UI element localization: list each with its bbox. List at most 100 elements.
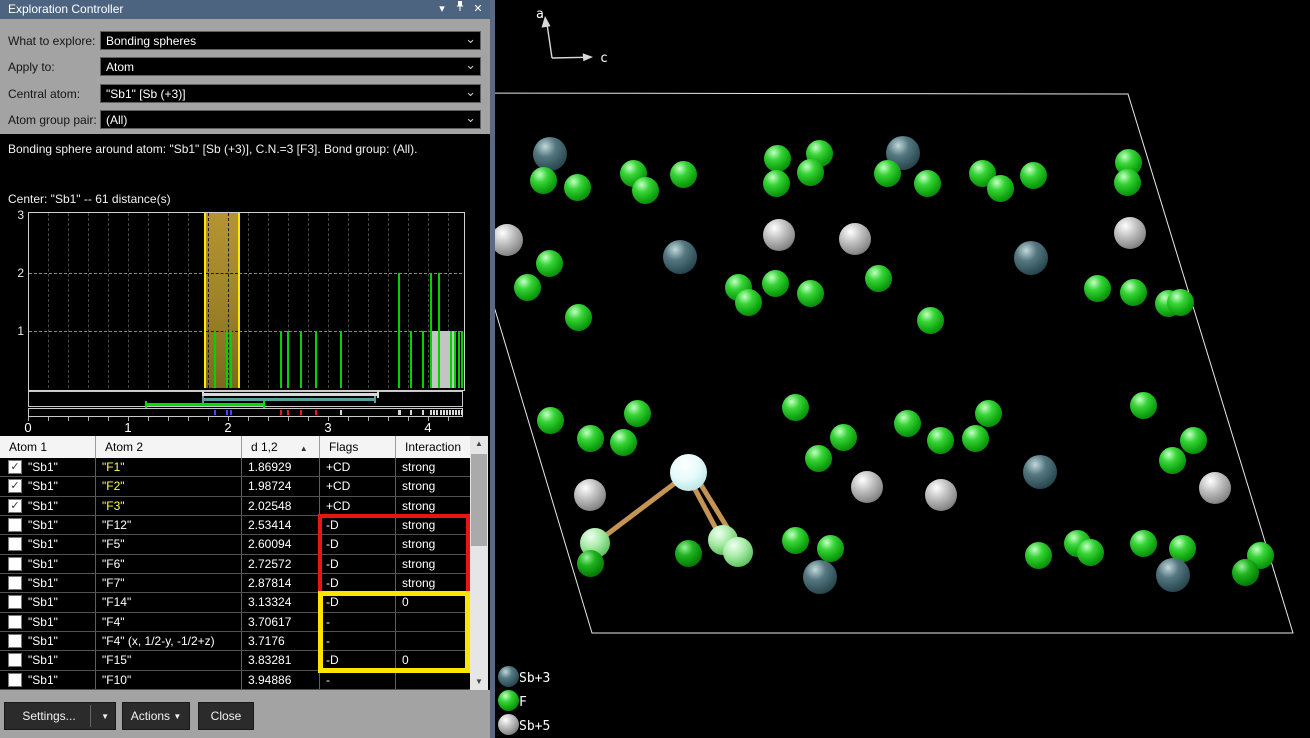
- col-header-d12[interactable]: d 1,2▲: [242, 436, 320, 458]
- gridline-x: [428, 213, 429, 388]
- settings-dropdown-icon[interactable]: ▼: [101, 703, 109, 730]
- x-minor-tick: [388, 417, 389, 421]
- x-minor-tick: [308, 417, 309, 421]
- histogram-bar: [410, 331, 412, 388]
- atom1-label: "Sb1": [28, 537, 58, 551]
- window-menu-icon[interactable]: ▾: [434, 0, 450, 19]
- chevron-down-icon[interactable]: ⌄: [465, 55, 476, 74]
- actions-button[interactable]: Actions ▼: [122, 702, 190, 730]
- table-row[interactable]: "Sb1""F7"2.87814-Dstrong: [0, 574, 470, 593]
- scroll-down-icon[interactable]: ▼: [470, 674, 488, 690]
- combo-central-atom[interactable]: "Sb1" [Sb (+3)] ⌄: [100, 84, 481, 103]
- histogram-bar: [226, 331, 228, 388]
- cell-interaction: strong: [396, 477, 470, 495]
- checkbox-checked[interactable]: ✓: [8, 479, 22, 493]
- cell-d: 1.98724: [242, 477, 320, 495]
- scroll-up-icon[interactable]: ▲: [470, 436, 488, 452]
- atom1-label: "Sb1": [28, 653, 58, 667]
- table-row[interactable]: ✓"Sb1""F2"1.98724+CDstrong: [0, 477, 470, 496]
- cell-atom2: "F2": [96, 477, 242, 495]
- gridline-x: [328, 213, 329, 388]
- checkbox-unchecked[interactable]: [8, 537, 22, 551]
- settings-button[interactable]: Settings... ▼: [4, 702, 116, 730]
- table-row[interactable]: "Sb1""F12"2.53414-Dstrong: [0, 516, 470, 535]
- checkbox-unchecked[interactable]: [8, 634, 22, 648]
- rug-tick: [433, 410, 435, 415]
- cell-interaction: 0: [396, 651, 470, 669]
- close-button-label: Close: [211, 709, 242, 723]
- cell-interaction: [396, 671, 470, 689]
- chevron-down-icon[interactable]: ⌄: [465, 29, 476, 48]
- combo-what-to-explore[interactable]: Bonding spheres ⌄: [100, 31, 481, 50]
- table-row[interactable]: "Sb1""F6"2.72572-Dstrong: [0, 555, 470, 574]
- checkbox-unchecked[interactable]: [8, 673, 22, 687]
- atom-fl[interactable]: [723, 537, 753, 567]
- gridline-x: [168, 213, 169, 388]
- table-row[interactable]: "Sb1""F10"3.94886-: [0, 671, 470, 690]
- gridline-x: [68, 213, 69, 388]
- range-bar-teal: [203, 398, 375, 401]
- structure-viewer-3d[interactable]: a c Sb+3 F Sb+5: [490, 0, 1310, 738]
- legend-label: F: [519, 695, 527, 710]
- table-scrollbar[interactable]: ▲ ▼: [470, 436, 488, 690]
- col-header-label: d 1,2: [251, 440, 278, 454]
- close-button[interactable]: Close: [198, 702, 254, 730]
- selection-band[interactable]: [204, 213, 240, 388]
- atom-fd[interactable]: [577, 550, 604, 577]
- x-minor-tick: [48, 417, 49, 421]
- table-row[interactable]: "Sb1""F15"3.83281-D0: [0, 651, 470, 670]
- col-header-flags[interactable]: Flags: [320, 436, 396, 458]
- checkbox-unchecked[interactable]: [8, 576, 22, 590]
- chevron-down-icon[interactable]: ⌄: [465, 82, 476, 101]
- close-icon[interactable]: ✕: [470, 0, 486, 19]
- y-tick-label: 2: [8, 266, 24, 280]
- col-header-atom2[interactable]: Atom 2: [96, 436, 242, 458]
- x-tick-label: 3: [320, 420, 336, 435]
- x-minor-tick: [208, 417, 209, 421]
- table-row[interactable]: "Sb1""F4"3.70617-: [0, 613, 470, 632]
- x-minor-tick: [268, 417, 269, 421]
- histogram-bar: [398, 273, 400, 388]
- histogram-bar: [315, 331, 317, 388]
- checkbox-unchecked[interactable]: [8, 518, 22, 532]
- table-row[interactable]: ✓"Sb1""F1"1.86929+CDstrong: [0, 458, 470, 477]
- checkbox-checked[interactable]: ✓: [8, 460, 22, 474]
- chevron-down-icon[interactable]: ⌄: [465, 108, 476, 127]
- rug-tick: [340, 410, 342, 415]
- combo-atom-group-pair[interactable]: (All) ⌄: [100, 110, 481, 129]
- rug-tick: [452, 410, 454, 415]
- cell-atom2: "F6": [96, 555, 242, 573]
- checkbox-checked[interactable]: ✓: [8, 499, 22, 513]
- cell-flags: +CD: [320, 458, 396, 476]
- central-atom-sb1[interactable]: [670, 454, 707, 491]
- rug-tick: [443, 410, 445, 415]
- checkbox-unchecked[interactable]: [8, 615, 22, 629]
- table-row[interactable]: "Sb1""F4" (x, 1/2-y, -1/2+z)3.7176-: [0, 632, 470, 651]
- checkbox-unchecked[interactable]: [8, 653, 22, 667]
- histogram-bar: [422, 331, 424, 388]
- atoms-front-layer: [490, 0, 1310, 738]
- pin-icon[interactable]: [452, 0, 468, 19]
- combo-apply-to[interactable]: Atom ⌄: [100, 57, 481, 76]
- panel-splitter[interactable]: [490, 0, 495, 738]
- gridline-x: [348, 213, 349, 388]
- legend-label: Sb+5: [519, 719, 550, 734]
- cell-flags: -D: [320, 651, 396, 669]
- checkbox-unchecked[interactable]: [8, 557, 22, 571]
- cell-flags: -: [320, 632, 396, 650]
- gridline-x: [108, 213, 109, 388]
- rug-tick: [461, 410, 463, 415]
- table-row[interactable]: "Sb1""F14"3.13324-D0: [0, 593, 470, 612]
- legend-sphere-sb3: [498, 666, 519, 687]
- scrollbar-thumb[interactable]: [471, 454, 487, 546]
- table-header: Atom 1 Atom 2 d 1,2▲ Flags Interaction: [0, 436, 470, 458]
- table-row[interactable]: "Sb1""F5"2.60094-Dstrong: [0, 535, 470, 554]
- rug-tick: [230, 410, 232, 415]
- col-header-atom1[interactable]: Atom 1: [0, 436, 96, 458]
- cell-atom1: "Sb1": [0, 632, 96, 650]
- checkbox-unchecked[interactable]: [8, 595, 22, 609]
- rug-tick: [410, 410, 412, 415]
- rug-tick: [440, 410, 442, 415]
- table-row[interactable]: ✓"Sb1""F3"2.02548+CDstrong: [0, 497, 470, 516]
- col-header-interaction[interactable]: Interaction: [396, 436, 470, 458]
